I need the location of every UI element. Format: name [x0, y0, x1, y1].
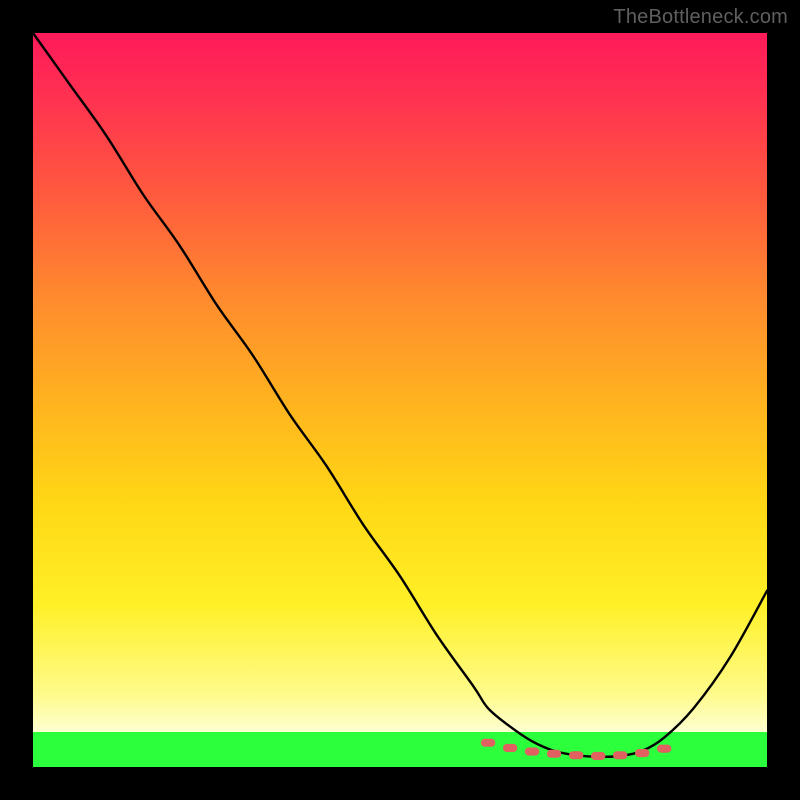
marker-dot: [613, 751, 627, 759]
chart-svg: [33, 33, 767, 767]
marker-dot: [525, 748, 539, 756]
chart-frame: TheBottleneck.com: [0, 0, 800, 800]
optimal-range-markers: [481, 739, 672, 760]
bottleneck-curve: [33, 33, 767, 757]
marker-dot: [481, 739, 495, 747]
chart-plot-area: [33, 33, 767, 767]
marker-dot: [547, 750, 561, 758]
marker-dot: [503, 744, 517, 752]
marker-dot: [591, 752, 605, 760]
marker-dot: [635, 749, 649, 757]
watermark-text: TheBottleneck.com: [613, 6, 788, 29]
marker-dot: [569, 751, 583, 759]
marker-dot: [657, 745, 671, 753]
